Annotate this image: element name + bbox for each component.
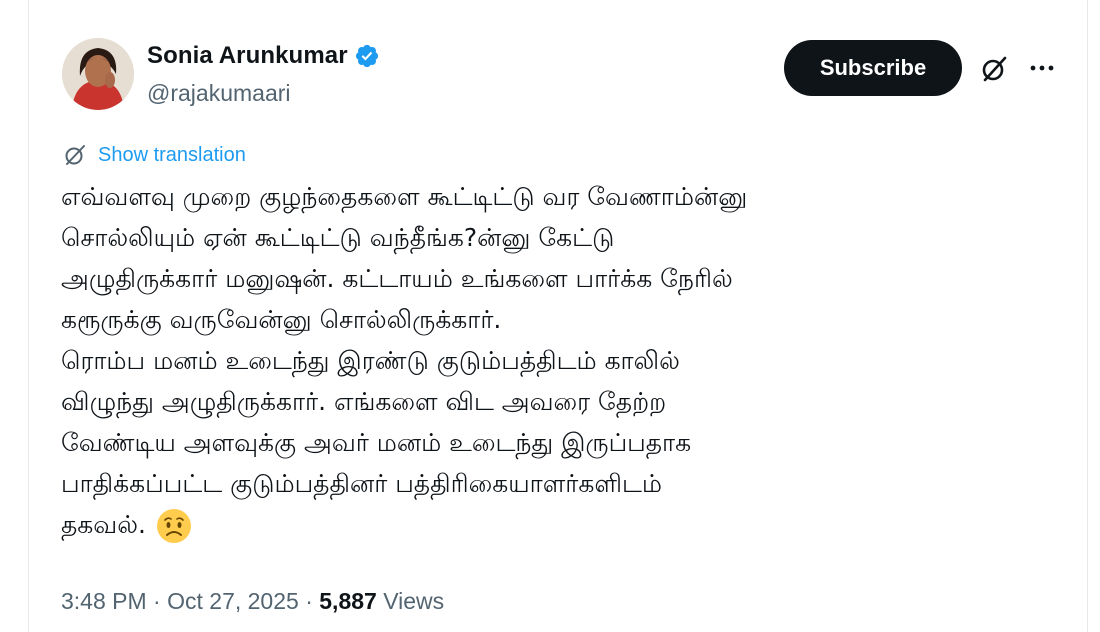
worried-face-emoji (156, 509, 191, 543)
views-label: Views (383, 588, 445, 614)
tweet-line: வேண்டிய அளவுக்கு அவர் மனம் உடைந்து இருப்… (61, 428, 692, 457)
more-icon[interactable] (1027, 56, 1057, 80)
tweet-card: Sonia Arunkumar @rajakumaari Subscribe S… (28, 0, 1088, 632)
show-translation-label[interactable]: Show translation (98, 144, 246, 167)
meta-separator: · (305, 588, 313, 614)
avatar-image (62, 38, 134, 110)
author-display-name[interactable]: Sonia Arunkumar (147, 42, 348, 70)
tweet-date[interactable]: Oct 27, 2025 (167, 588, 299, 614)
author-name-row: Sonia Arunkumar (147, 42, 380, 70)
show-translation-link[interactable]: Show translation (62, 142, 246, 168)
tweet-meta: 3:48 PM · Oct 27, 2025 · 5,887 Views (61, 588, 444, 615)
tweet-line: சொல்லியும் ஏன் கூட்டிட்டு வந்தீங்க?ன்னு … (61, 223, 615, 252)
tweet-line: விழுந்து அழுதிருக்கார். எங்களை விட அவரை … (61, 387, 667, 416)
author-handle[interactable]: @rajakumaari (147, 80, 291, 107)
views-count: 5,887 (319, 588, 377, 614)
tweet-line: பாதிக்கப்பட்ட குடும்பத்தினர் பத்திரிகையா… (61, 469, 662, 498)
tweet-time[interactable]: 3:48 PM (61, 588, 147, 614)
tweet-line: தகவல். (61, 510, 146, 539)
grok-icon[interactable] (979, 54, 1009, 84)
tweet-line: அழுதிருக்கார் மனுஷன். கட்டாயம் உங்களை பா… (61, 264, 733, 293)
tweet-line: கரூருக்கு வருவேன்னு சொல்லிருக்கார். (61, 305, 502, 334)
subscribe-button[interactable]: Subscribe (784, 40, 962, 96)
avatar[interactable] (62, 38, 134, 110)
grok-icon (65, 145, 85, 165)
meta-separator: · (153, 588, 161, 614)
tweet-line-last: தகவல். (61, 504, 1071, 545)
tweet-text: எவ்வளவு முறை குழந்தைகளை கூட்டிட்டு வர வே… (61, 176, 1071, 545)
verified-badge-icon[interactable] (354, 43, 380, 69)
tweet-line: எவ்வளவு முறை குழந்தைகளை கூட்டிட்டு வர வே… (61, 182, 748, 211)
tweet-line: ரொம்ப மனம் உடைந்து இரண்டு குடும்பத்திடம்… (61, 346, 680, 375)
